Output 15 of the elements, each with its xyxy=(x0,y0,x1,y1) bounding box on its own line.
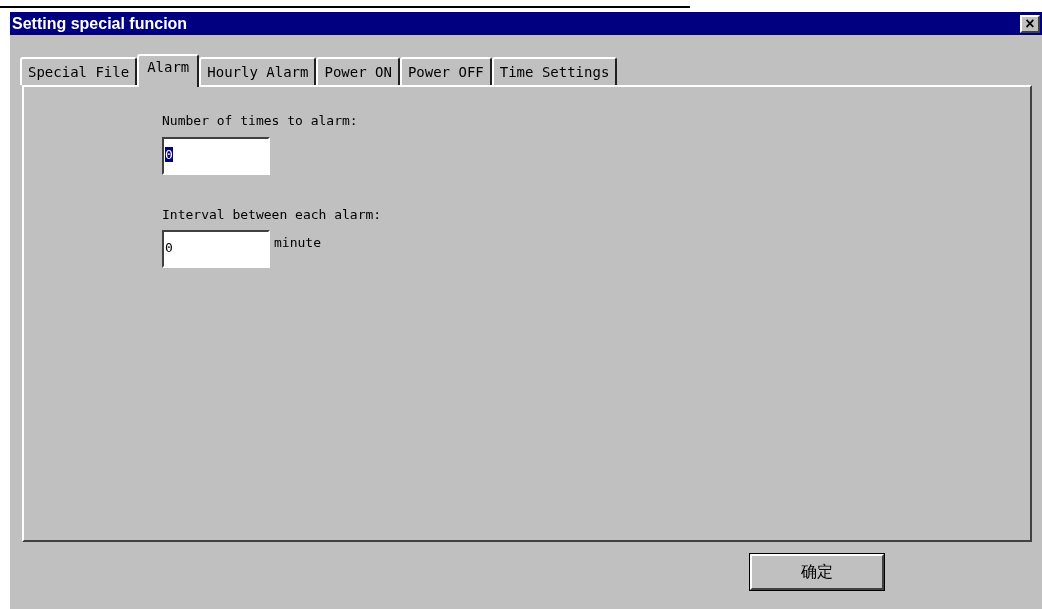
ok-button[interactable]: 确定 xyxy=(750,554,884,590)
field-label: Number of times to alarm: xyxy=(162,112,359,130)
close-button[interactable]: × xyxy=(1020,14,1040,33)
input-field[interactable]: 0 xyxy=(162,230,270,268)
tab[interactable]: Time Settings xyxy=(491,57,618,85)
field-label: Interval between each alarm: xyxy=(162,205,383,224)
input-field[interactable]: 0 xyxy=(162,136,270,175)
tab[interactable]: Power OFF xyxy=(399,57,492,85)
field-value: 0 xyxy=(165,146,173,162)
tab[interactable]: Alarm xyxy=(137,54,200,87)
unit-label: minute xyxy=(274,234,321,252)
window-title: Setting special funcion xyxy=(12,13,188,34)
tab[interactable]: Power ON xyxy=(316,57,400,85)
tab[interactable]: Hourly Alarm xyxy=(199,57,317,85)
field-value: 0 xyxy=(165,240,173,255)
